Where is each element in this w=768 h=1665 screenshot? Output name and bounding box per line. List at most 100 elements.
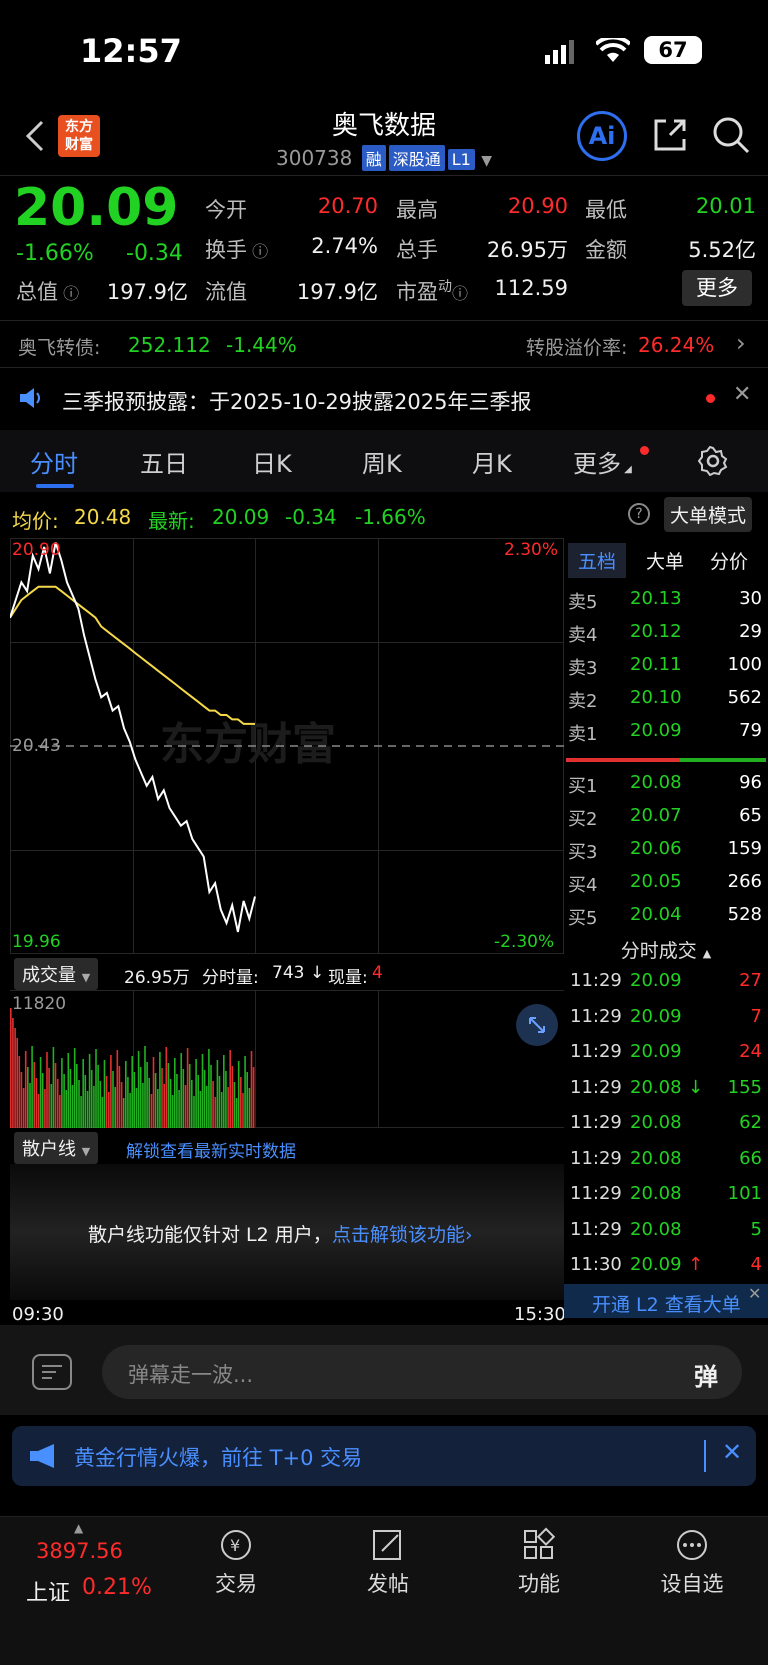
volume-bar <box>212 1081 214 1128</box>
volume-bar <box>52 1047 55 1128</box>
volume-bar <box>73 1048 76 1128</box>
volume-bar <box>248 1088 251 1128</box>
promo-banner[interactable]: 黄金行情火爆，前往 T+0 交易 ✕ <box>12 1426 756 1486</box>
tab-more[interactable]: 更多 ◢ <box>573 444 632 479</box>
trade-price: 20.08 <box>630 1112 682 1133</box>
search-icon[interactable] <box>710 114 752 156</box>
ask-row[interactable]: 卖5 20.13 30 <box>566 588 766 618</box>
nav-add-watchlist-label: 设自选 <box>660 1572 724 1596</box>
nav-trade-label: 交易 <box>215 1572 257 1596</box>
tab-weekly-k[interactable]: 周K <box>362 444 402 479</box>
danmu-settings-icon[interactable] <box>32 1354 72 1390</box>
volume-selector[interactable]: 成交量 ▼ <box>14 958 99 990</box>
bid-row[interactable]: 买4 20.05 266 <box>566 871 766 901</box>
volume-bar <box>10 1008 12 1128</box>
expand-icon[interactable] <box>516 1004 558 1046</box>
volume-bar <box>180 1053 182 1128</box>
volume-bar <box>229 1050 231 1128</box>
big-order-mode-button[interactable]: 大单模式 <box>664 497 753 532</box>
retail-unlock-link[interactable]: 解锁查看最新实时数据 <box>126 1137 296 1162</box>
ask-row[interactable]: 卖2 20.10 562 <box>566 687 766 717</box>
notice-bar[interactable]: 三季报预披露：于2025-10-29披露2025年三季报 ✕ <box>0 368 768 428</box>
price-chart-svg <box>10 542 564 933</box>
trade-time: 11:29 <box>570 1005 622 1027</box>
settings-icon[interactable] <box>697 445 728 480</box>
grid-icon <box>524 1527 556 1559</box>
volume-value: 26.95万 <box>486 238 568 262</box>
volume-chart[interactable]: 11820 <box>10 990 564 1128</box>
index-pct[interactable]: 0.21% <box>82 1575 152 1600</box>
axis-bottom-pct: -2.30% <box>494 932 555 952</box>
tab-daily-k[interactable]: 日K <box>252 444 292 479</box>
latest-value: 20.09 <box>212 505 270 529</box>
bid-row[interactable]: 买3 20.06 159 <box>566 838 766 868</box>
volume-bar <box>244 1056 246 1128</box>
tab-monthly-k[interactable]: 月K <box>472 444 512 479</box>
ask-row[interactable]: 卖4 20.12 29 <box>566 621 766 651</box>
nav-post[interactable]: 发帖 <box>352 1527 424 1598</box>
more-button[interactable]: 更多 <box>682 270 752 306</box>
tab-big-orders[interactable]: 大单 <box>646 547 684 574</box>
danmu-toggle-button[interactable]: 弹 <box>694 1357 718 1392</box>
retail-panel: 散户线功能仅针对 L2 用户， 点击解锁该功能› <box>10 1164 564 1300</box>
bid-row[interactable]: 买2 20.07 65 <box>566 805 766 835</box>
nav-functions[interactable]: 功能 <box>503 1527 575 1598</box>
bid-row[interactable]: 买5 20.04 528 <box>566 904 766 934</box>
divider <box>0 175 768 176</box>
ask-label: 卖4 <box>568 625 598 646</box>
open-label: 今开 <box>205 198 247 222</box>
ask-price: 20.10 <box>630 687 682 708</box>
post-icon <box>373 1530 401 1560</box>
bottom-nav: ▲ 3897.56 上证 0.21% ¥ 交易 发帖 功能 设自选 <box>0 1516 768 1665</box>
ask-row[interactable]: 卖1 20.09 79 <box>566 720 766 750</box>
l2-banner[interactable]: 开通 L2 查看大单 ✕ <box>564 1284 768 1318</box>
latest-chg-pct: -1.66% <box>355 505 426 529</box>
avg-value: 20.48 <box>74 505 132 529</box>
retail-unlock-button[interactable]: 点击解锁该功能› <box>332 1220 473 1247</box>
tab-five-levels[interactable]: 五档 <box>568 543 627 578</box>
close-icon[interactable]: ✕ <box>722 1438 742 1466</box>
trades-header: 分时成交 ▲ <box>566 936 766 966</box>
danmu-input[interactable]: 弹幕走一波... 弹 <box>102 1345 742 1399</box>
help-icon[interactable]: ? <box>628 503 650 525</box>
bid-row[interactable]: 买1 20.08 96 <box>566 772 766 802</box>
volume-bar <box>56 1079 59 1128</box>
volume-bar <box>233 1082 236 1128</box>
last-price: 20.09 <box>14 178 179 238</box>
wifi-icon <box>594 35 632 64</box>
retail-header: 散户线 ▼ 解锁查看最新实时数据 <box>10 1130 564 1164</box>
tab-5day[interactable]: 五日 <box>140 444 188 479</box>
nav-add-watchlist[interactable]: 设自选 <box>654 1527 730 1598</box>
bond-change: -1.44% <box>226 333 297 357</box>
volume-bar <box>14 1028 16 1128</box>
bond-row[interactable]: 奥飞转债: 252.112 -1.44% 转股溢价率: 26.24% › <box>0 321 768 367</box>
ask-row[interactable]: 卖3 20.11 100 <box>566 654 766 684</box>
index-name[interactable]: 上证 <box>26 1575 70 1607</box>
ai-button[interactable]: Ai <box>577 111 627 161</box>
intraday-chart[interactable]: 东方财富 20.90 20.43 19.96 2.30% -2.30% <box>10 538 564 954</box>
volume-bar <box>122 1098 125 1128</box>
share-icon[interactable] <box>650 115 690 155</box>
close-icon[interactable]: ✕ <box>733 382 751 407</box>
close-icon[interactable]: ✕ <box>748 1284 761 1303</box>
tab-price-dist[interactable]: 分价 <box>710 547 748 574</box>
change-amt: -0.34 <box>126 241 183 266</box>
tab-intraday[interactable]: 分时 <box>30 444 78 479</box>
index-value[interactable]: 3897.56 <box>36 1539 123 1563</box>
promo-text: 黄金行情火爆，前往 T+0 交易 <box>74 1446 363 1470</box>
ask-label: 卖1 <box>568 724 598 745</box>
trade-time: 11:29 <box>570 1041 622 1062</box>
nav-post-label: 发帖 <box>367 1572 409 1596</box>
total-cap-label: 总值 ⓘ <box>16 280 80 304</box>
ask-label: 卖5 <box>568 592 598 613</box>
trade-volume: 4 <box>750 1254 762 1275</box>
nav-trade[interactable]: ¥ 交易 <box>200 1527 272 1598</box>
volume-bar <box>20 1072 23 1128</box>
volume-bar <box>193 1096 195 1128</box>
volume-bar <box>171 1095 174 1128</box>
volume-bar <box>54 1063 57 1128</box>
retail-selector[interactable]: 散户线 ▼ <box>14 1132 99 1164</box>
volume-bar <box>90 1070 93 1128</box>
axis-top-pct: 2.30% <box>504 540 559 560</box>
volume-bar <box>82 1059 84 1128</box>
